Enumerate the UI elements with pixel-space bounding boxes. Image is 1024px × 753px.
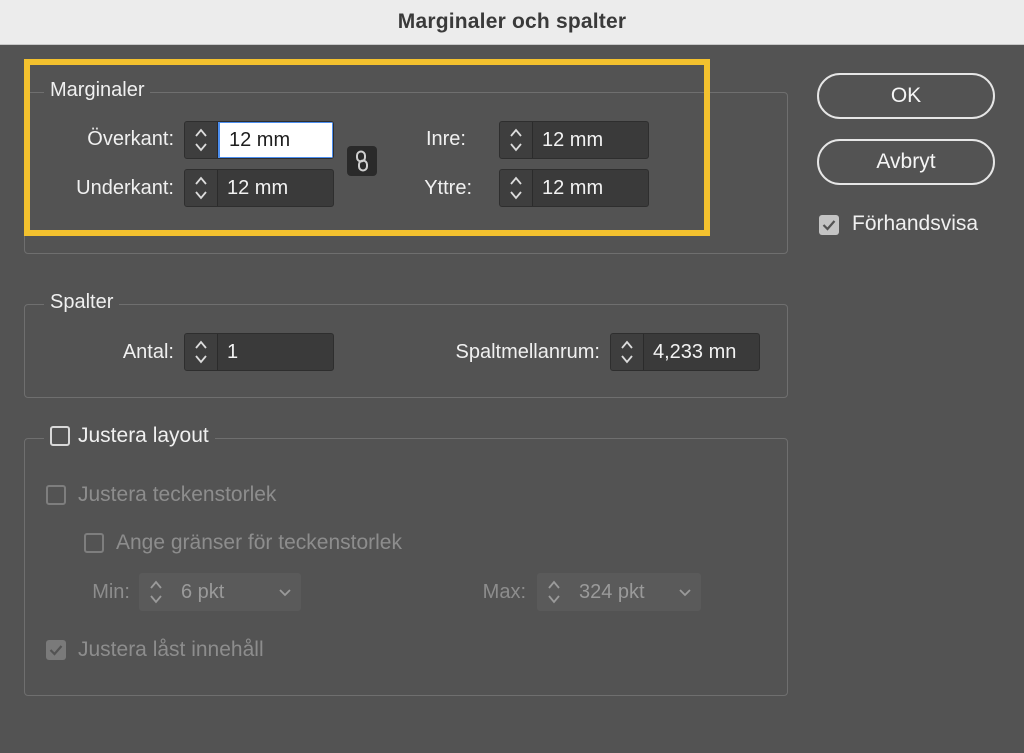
min-dropdown-toggle[interactable]: [270, 574, 300, 610]
max-font-size-input[interactable]: 324 pkt: [570, 574, 670, 610]
stepper-arrows-icon: [621, 340, 633, 364]
dialog-title-bar: Marginaler och spalter: [0, 0, 1024, 45]
max-font-size-stepper[interactable]: [538, 574, 570, 610]
min-font-size-input[interactable]: 6 pkt: [172, 574, 270, 610]
gutter-input[interactable]: 4,233 mn: [644, 334, 759, 370]
min-label: Min:: [92, 581, 130, 603]
dialog-title: Marginaler och spalter: [397, 10, 627, 33]
gutter-stepper[interactable]: [611, 334, 644, 370]
checkmark-icon: [822, 220, 836, 231]
stepper-arrows-icon: [150, 580, 162, 604]
max-label: Max:: [482, 581, 526, 603]
gutter-label: Spaltmellanrum:: [455, 341, 600, 363]
adjust-layout-checkbox[interactable]: [50, 426, 70, 446]
font-size-limits-label: Ange gränser för teckenstorlek: [116, 531, 402, 554]
max-font-size-field[interactable]: 324 pkt: [537, 573, 701, 611]
preview-checkbox[interactable]: [819, 215, 839, 235]
adjust-locked-content-label: Justera låst innehåll: [78, 638, 264, 661]
adjust-layout-label: Justera layout: [78, 424, 209, 447]
adjust-locked-content-checkbox[interactable]: [46, 640, 66, 660]
column-count-label: Antal:: [122, 341, 174, 363]
checkmark-icon: [49, 645, 63, 656]
preview-label: Förhandsvisa: [852, 212, 979, 235]
margins-highlight-box: [24, 59, 710, 236]
min-font-size-stepper[interactable]: [140, 574, 172, 610]
column-count-stepper[interactable]: [185, 334, 218, 370]
columns-legend: Spalter: [44, 291, 120, 314]
adjust-font-size-label: Justera teckenstorlek: [78, 483, 277, 506]
stepper-arrows-icon: [195, 340, 207, 364]
column-count-input[interactable]: 1: [218, 334, 333, 370]
chevron-down-icon: [279, 589, 291, 597]
gutter-field[interactable]: 4,233 mn: [610, 333, 760, 371]
adjust-font-size-checkbox[interactable]: [46, 485, 66, 505]
cancel-button[interactable]: Avbryt: [817, 139, 995, 185]
stepper-arrows-icon: [548, 580, 560, 604]
chevron-down-icon: [679, 589, 691, 597]
max-dropdown-toggle[interactable]: [670, 574, 700, 610]
ok-button[interactable]: OK: [817, 73, 995, 119]
adjust-layout-legend: Justera layout: [44, 424, 215, 448]
min-font-size-field[interactable]: 6 pkt: [139, 573, 301, 611]
column-count-field[interactable]: 1: [184, 333, 334, 371]
font-size-limits-checkbox[interactable]: [84, 533, 104, 553]
